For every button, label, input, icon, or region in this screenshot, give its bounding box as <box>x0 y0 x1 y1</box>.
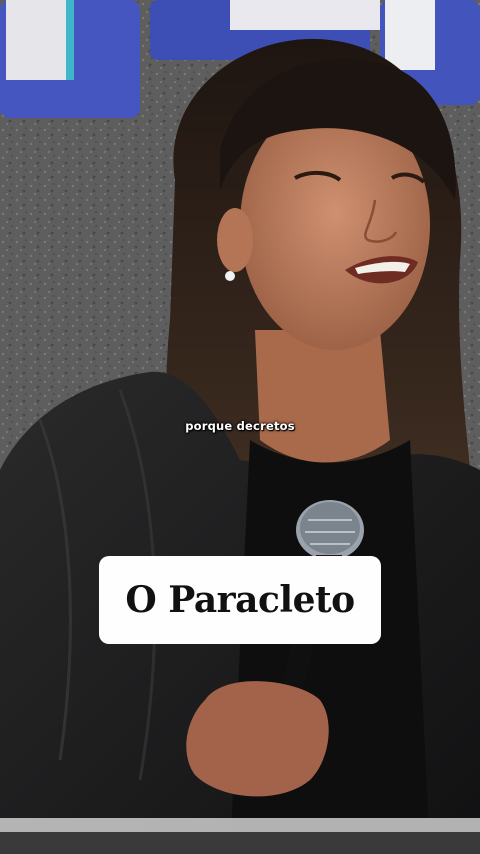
video-frame: porque decretos O Paracleto <box>0 0 480 854</box>
caption-text: O Paracleto <box>125 579 355 621</box>
hand <box>186 681 329 797</box>
ear <box>217 208 253 272</box>
stage-rail <box>0 818 480 832</box>
caption-box: O Paracleto <box>99 556 381 644</box>
subtitle-text: porque decretos <box>185 419 295 433</box>
neck <box>255 330 390 463</box>
earring <box>225 271 235 281</box>
